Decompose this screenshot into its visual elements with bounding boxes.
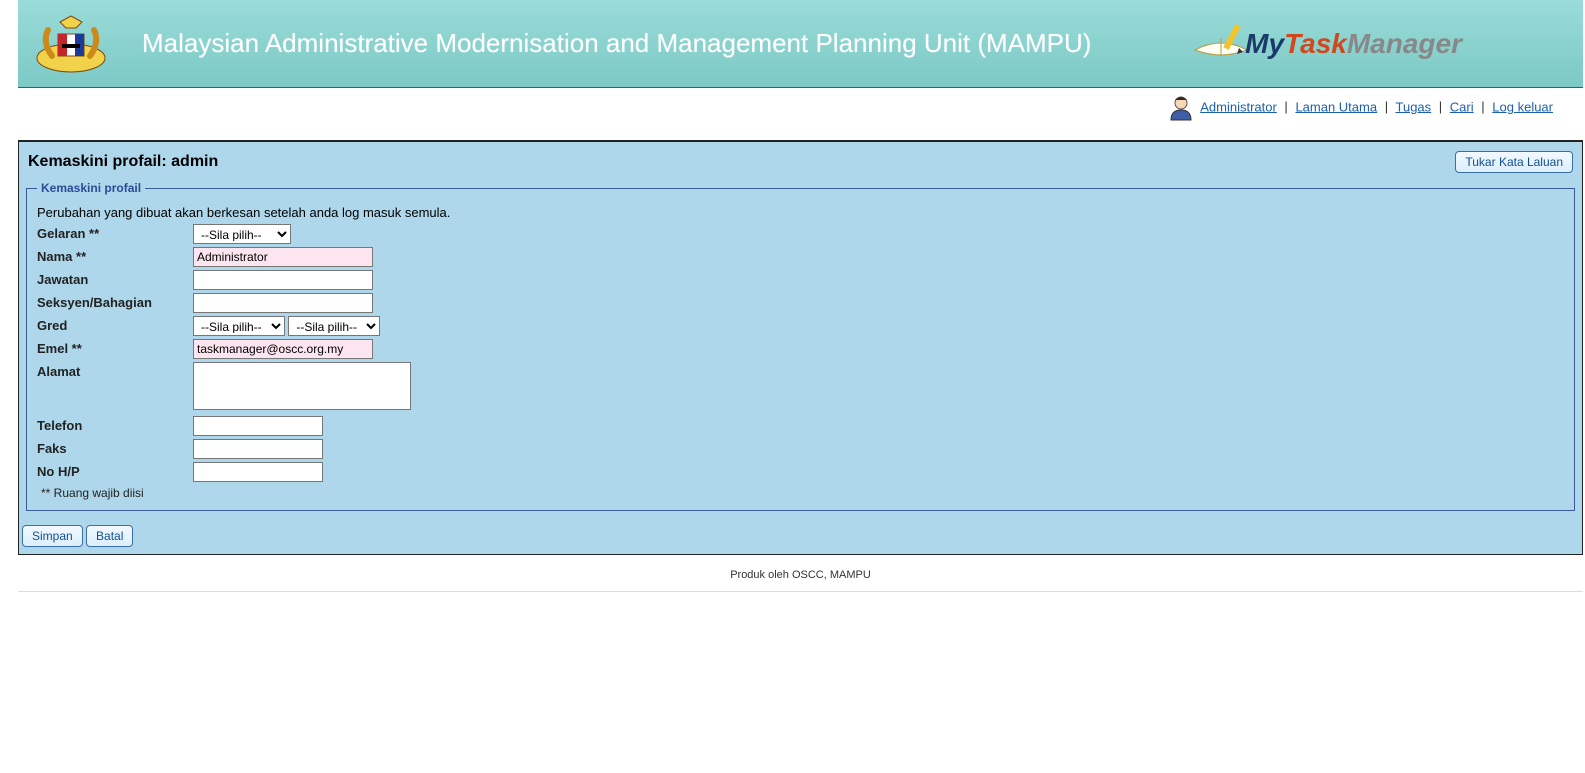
required-note: ** Ruang wajib diisi [41,486,1564,500]
input-faks[interactable] [193,439,323,459]
input-nama[interactable] [193,247,373,267]
input-nohp[interactable] [193,462,323,482]
input-telefon[interactable] [193,416,323,436]
notebook-icon [1191,22,1251,66]
logo-my: My [1245,28,1284,60]
input-seksyen[interactable] [193,293,373,313]
label-seksyen: Seksyen/Bahagian [37,293,193,310]
top-nav: Administrator | Laman Utama | Tugas | Ca… [18,88,1583,141]
user-icon [1167,94,1195,122]
nav-user[interactable]: Administrator [1200,99,1277,114]
logo-manager: Manager [1347,28,1462,60]
logo-task: Task [1284,28,1347,60]
save-button[interactable]: Simpan [22,525,83,547]
nav-tasks[interactable]: Tugas [1396,99,1432,114]
nav-home[interactable]: Laman Utama [1295,99,1377,114]
nav-search[interactable]: Cari [1450,99,1474,114]
label-alamat: Alamat [37,362,193,379]
nav-logout[interactable]: Log keluar [1492,99,1553,114]
label-gelaran: Gelaran ** [37,224,193,241]
select-gred-1[interactable]: --Sila pilih-- [193,316,285,336]
label-nohp: No H/P [37,462,193,479]
input-jawatan[interactable] [193,270,373,290]
header-title: Malaysian Administrative Modernisation a… [142,28,1122,59]
textarea-alamat[interactable] [193,362,411,410]
input-emel[interactable] [193,339,373,359]
cancel-button[interactable]: Batal [86,525,133,547]
form-note: Perubahan yang dibuat akan berkesan sete… [37,205,1564,220]
app-header: Malaysian Administrative Modernisation a… [18,0,1583,88]
page-title: Kemaskini profail: admin [28,153,218,171]
app-logo: MyTaskManager [1122,7,1462,81]
select-gred-2[interactable]: --Sila pilih-- [288,316,380,336]
fieldset-legend: Kemaskini profail [37,181,145,195]
select-gelaran[interactable]: --Sila pilih-- [193,224,291,244]
label-telefon: Telefon [37,416,193,433]
label-nama: Nama ** [37,247,193,264]
footer-text: Produk oleh OSCC, MAMPU [18,555,1583,592]
label-faks: Faks [37,439,193,456]
change-password-button[interactable]: Tukar Kata Laluan [1455,151,1573,173]
label-emel: Emel ** [37,339,193,356]
label-gred: Gred [37,316,193,333]
profile-fieldset: Kemaskini profail Perubahan yang dibuat … [26,181,1575,511]
crest-icon [30,12,112,76]
label-jawatan: Jawatan [37,270,193,287]
